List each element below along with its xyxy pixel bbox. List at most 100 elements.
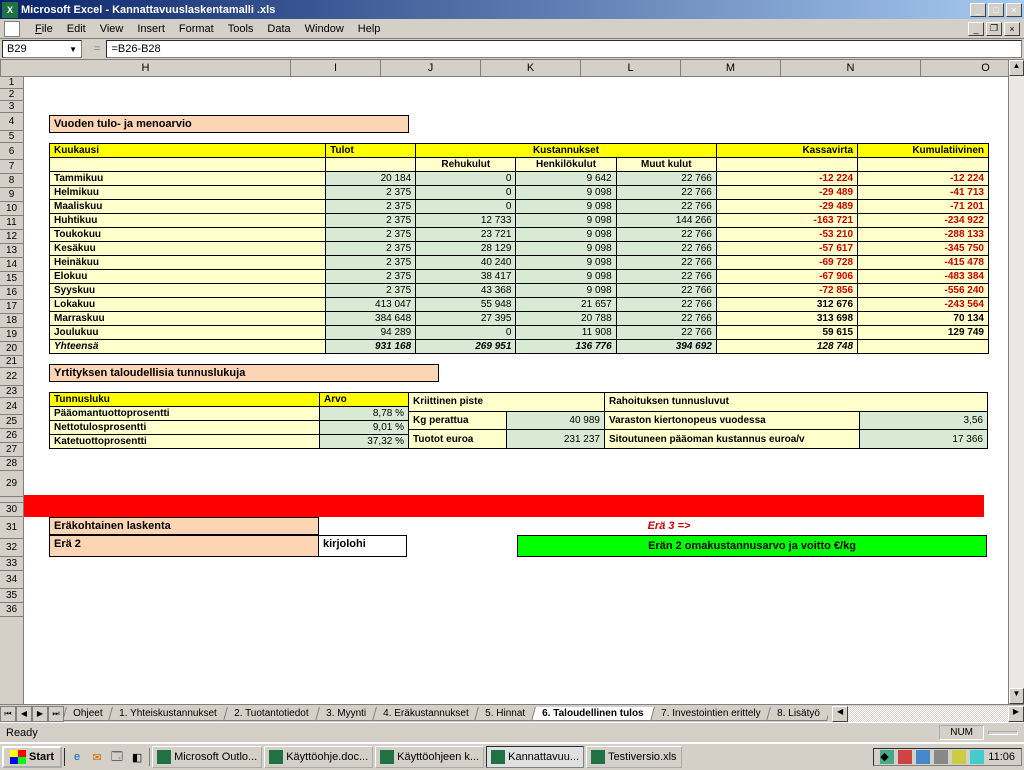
task-button[interactable]: Kannattavuu... <box>486 746 584 768</box>
era3-link[interactable]: Erä 3 => <box>569 520 769 532</box>
row-header[interactable]: 10 <box>0 202 23 216</box>
sheet-tab[interactable]: 3. Myynti <box>315 707 377 721</box>
scroll-left-button[interactable]: ◀ <box>832 706 848 722</box>
table-row[interactable]: Huhtikuu2 37512 7339 098144 266-163 721-… <box>50 214 989 228</box>
table-row[interactable]: Katetuottoprosentti37,32 % <box>50 435 409 449</box>
vertical-scrollbar[interactable]: ▲ ▼ <box>1008 60 1024 704</box>
row-header[interactable]: 3 <box>0 101 23 113</box>
sheet-tab[interactable]: Ohjeet <box>64 707 113 721</box>
menu-view[interactable]: View <box>93 21 131 37</box>
menu-window[interactable]: Window <box>298 21 351 37</box>
doc-minimize-button[interactable]: _ <box>968 22 984 36</box>
table-row[interactable]: Kg perattua40 989Varaston kiertonopeus v… <box>409 411 988 430</box>
table-row[interactable]: Tammikuu20 18409 64222 766-12 224-12 224 <box>50 172 989 186</box>
scroll-down-button[interactable]: ▼ <box>1009 688 1024 704</box>
sheet-tab[interactable]: 5. Hinnat <box>474 707 536 721</box>
row-header[interactable]: 25 <box>0 415 23 429</box>
row-header[interactable]: 35 <box>0 589 23 603</box>
menu-data[interactable]: Data <box>260 21 297 37</box>
table-row[interactable]: Tuotot euroa231 237Sitoutuneen pääoman k… <box>409 430 988 449</box>
maximize-button[interactable]: □ <box>988 3 1004 17</box>
tab-next-button[interactable]: ▶ <box>32 706 48 722</box>
task-button[interactable]: Testiversio.xls <box>586 746 681 768</box>
col-header[interactable]: K <box>481 60 581 76</box>
table-row[interactable]: Lokakuu413 04755 94821 65722 766312 676-… <box>50 298 989 312</box>
sheet-tab[interactable]: 8. Lisätyö <box>766 707 828 721</box>
tray-icon[interactable] <box>916 750 930 764</box>
col-header[interactable]: J <box>381 60 481 76</box>
row-header[interactable]: 8 <box>0 174 23 188</box>
table-row[interactable]: Nettotulosprosentti9,01 % <box>50 421 409 435</box>
close-button[interactable]: × <box>1006 3 1022 17</box>
sheet-tab[interactable]: 1. Yhteiskustannukset <box>109 707 228 721</box>
row-header[interactable]: 28 <box>0 457 23 471</box>
row-header[interactable]: 13 <box>0 244 23 258</box>
task-button[interactable]: Microsoft Outlo... <box>152 746 262 768</box>
table-row[interactable]: Kesäkuu2 37528 1299 09822 766-57 617-345… <box>50 242 989 256</box>
row-header[interactable]: 15 <box>0 272 23 286</box>
task-button[interactable]: Käyttöohje.doc... <box>264 746 373 768</box>
doc-restore-button[interactable]: ❐ <box>986 22 1002 36</box>
row-header[interactable]: 19 <box>0 328 23 342</box>
row-header[interactable]: 32 <box>0 539 23 557</box>
menu-file[interactable]: File <box>28 21 60 37</box>
col-header[interactable]: N <box>781 60 921 76</box>
tab-first-button[interactable]: ⏮ <box>0 706 16 722</box>
tray-icon[interactable]: ◆ <box>880 750 894 764</box>
table-row[interactable]: Heinäkuu2 37540 2409 09822 766-69 728-41… <box>50 256 989 270</box>
col-header[interactable]: H <box>1 60 291 76</box>
chevron-down-icon[interactable]: ▼ <box>69 45 77 54</box>
sheet-tab[interactable]: 4. Eräkustannukset <box>372 707 479 721</box>
row-header[interactable]: 1 <box>0 77 23 89</box>
row-header[interactable]: 34 <box>0 571 23 589</box>
col-header[interactable]: I <box>291 60 381 76</box>
row-header[interactable]: 30 <box>0 503 23 517</box>
sheet-tab[interactable]: 2. Tuotantotiedot <box>223 707 319 721</box>
tray-icon[interactable] <box>898 750 912 764</box>
menu-format[interactable]: Format <box>172 21 221 37</box>
row-header[interactable]: 22 <box>0 368 23 386</box>
sheet-tab[interactable]: 7. Investointien erittely <box>650 707 771 721</box>
tab-prev-button[interactable]: ◀ <box>16 706 32 722</box>
table-row[interactable]: Joulukuu94 289011 90822 76659 615129 749 <box>50 326 989 340</box>
row-header[interactable]: 5 <box>0 131 23 143</box>
app-icon[interactable]: ◧ <box>128 748 146 766</box>
row-header[interactable]: 36 <box>0 603 23 617</box>
table-row[interactable]: Elokuu2 37538 4179 09822 766-67 906-483 … <box>50 270 989 284</box>
table-row[interactable]: Pääomantuottoprosentti8,78 % <box>50 407 409 421</box>
tray-icon[interactable] <box>952 750 966 764</box>
table-row[interactable]: Maaliskuu2 37509 09822 766-29 489-71 201 <box>50 200 989 214</box>
table-row[interactable]: Helmikuu2 37509 09822 766-29 489-41 713 <box>50 186 989 200</box>
grid[interactable]: Vuoden tulo- ja menoarvioKuukausiTulotKu… <box>24 77 1008 704</box>
col-header[interactable]: O <box>921 60 1008 76</box>
row-header[interactable]: 17 <box>0 300 23 314</box>
row-header[interactable]: 18 <box>0 314 23 328</box>
row-header[interactable]: 20 <box>0 342 23 356</box>
col-header[interactable]: L <box>581 60 681 76</box>
row-header[interactable]: 14 <box>0 258 23 272</box>
row-header[interactable]: 7 <box>0 160 23 174</box>
row-header[interactable]: 21 <box>0 356 23 368</box>
scroll-track[interactable] <box>1009 76 1024 688</box>
minimize-button[interactable]: _ <box>970 3 986 17</box>
tray-icon[interactable] <box>934 750 948 764</box>
row-header[interactable]: 12 <box>0 230 23 244</box>
menu-edit[interactable]: Edit <box>60 21 93 37</box>
formula-input[interactable]: =B26-B28 <box>106 40 1022 58</box>
row-header[interactable]: 6 <box>0 143 23 160</box>
ie-icon[interactable]: e <box>68 748 86 766</box>
col-header[interactable]: M <box>681 60 781 76</box>
system-tray[interactable]: ◆ 11:06 <box>873 748 1022 766</box>
task-button[interactable]: Käyttöohjeen k... <box>375 746 484 768</box>
row-header[interactable]: 23 <box>0 386 23 398</box>
scroll-up-button[interactable]: ▲ <box>1009 60 1024 76</box>
sheet-tab[interactable]: 6. Taloudellinen tulos <box>531 707 654 721</box>
row-header[interactable]: 31 <box>0 517 23 539</box>
row-header[interactable]: 24 <box>0 398 23 415</box>
table-row[interactable]: Syyskuu2 37543 3689 09822 766-72 856-556… <box>50 284 989 298</box>
tray-icon[interactable] <box>970 750 984 764</box>
tab-last-button[interactable]: ⏭ <box>48 706 64 722</box>
name-box[interactable]: B29 ▼ <box>2 40 82 58</box>
menu-tools[interactable]: Tools <box>221 21 261 37</box>
row-header[interactable]: 27 <box>0 443 23 457</box>
